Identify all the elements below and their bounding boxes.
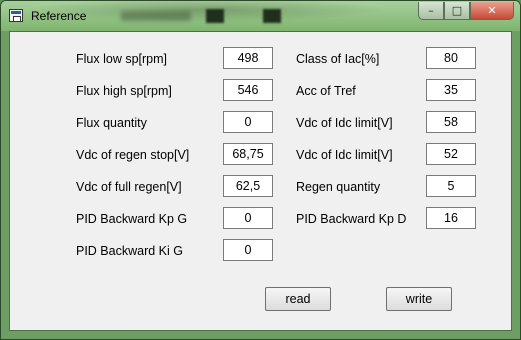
field-pid-backward-ki-g[interactable]: 0 <box>223 239 273 261</box>
label-vdc-regen-stop: Vdc of regen stop[V] <box>76 148 190 162</box>
label-acc-of-tref: Acc of Tref <box>296 84 356 98</box>
close-icon: ✕ <box>487 4 497 17</box>
field-class-of-iac[interactable]: 80 <box>426 47 476 69</box>
label-regen-quantity: Regen quantity <box>296 180 381 194</box>
window-app-icon <box>9 9 23 22</box>
close-button[interactable]: ✕ <box>470 2 514 20</box>
label-vdc-idc-limit-1: Vdc of Idc limit[V] <box>296 116 393 130</box>
background-blur <box>121 11 191 21</box>
read-button[interactable]: read <box>265 287 331 311</box>
field-flux-high-sp[interactable]: 546 <box>223 79 273 101</box>
field-regen-quantity[interactable]: 5 <box>426 175 476 197</box>
title-bar[interactable]: Reference – □ ✕ <box>1 1 520 31</box>
label-vdc-idc-limit-2: Vdc of Idc limit[V] <box>296 148 393 162</box>
write-button[interactable]: write <box>386 287 452 311</box>
field-acc-of-tref[interactable]: 35 <box>426 79 476 101</box>
maximize-button[interactable]: □ <box>444 2 470 20</box>
label-flux-high-sp: Flux high sp[rpm] <box>76 84 172 98</box>
label-vdc-full-regen: Vdc of full regen[V] <box>76 180 182 194</box>
caption-buttons: – □ ✕ <box>418 2 514 21</box>
maximize-icon: □ <box>451 4 463 17</box>
label-pid-backward-kp-d: PID Backward Kp D <box>296 212 407 226</box>
background-blur <box>263 9 281 23</box>
label-class-of-iac: Class of Iac[%] <box>296 52 380 66</box>
field-pid-backward-kp-d[interactable]: 16 <box>426 207 476 229</box>
field-flux-quantity[interactable]: 0 <box>223 111 273 133</box>
background-blur <box>206 9 224 23</box>
field-vdc-idc-limit-1[interactable]: 58 <box>426 111 476 133</box>
label-pid-backward-kp-g: PID Backward Kp G <box>76 212 188 226</box>
field-pid-backward-kp-g[interactable]: 0 <box>223 207 273 229</box>
field-vdc-idc-limit-2[interactable]: 52 <box>426 143 476 165</box>
label-flux-low-sp: Flux low sp[rpm] <box>76 52 167 66</box>
reference-window: Reference – □ ✕ Flux low sp[rpm] 498 Flu… <box>0 0 521 340</box>
field-vdc-full-regen[interactable]: 62,5 <box>223 175 273 197</box>
minimize-icon: – <box>428 4 434 17</box>
form-client-area: Flux low sp[rpm] 498 Flux high sp[rpm] 5… <box>9 31 512 331</box>
window-title: Reference <box>31 9 87 23</box>
label-pid-backward-ki-g: PID Backward Ki G <box>76 244 183 258</box>
label-flux-quantity: Flux quantity <box>76 116 147 130</box>
minimize-button[interactable]: – <box>418 2 444 20</box>
field-flux-low-sp[interactable]: 498 <box>223 47 273 69</box>
field-vdc-regen-stop[interactable]: 68,75 <box>223 143 273 165</box>
